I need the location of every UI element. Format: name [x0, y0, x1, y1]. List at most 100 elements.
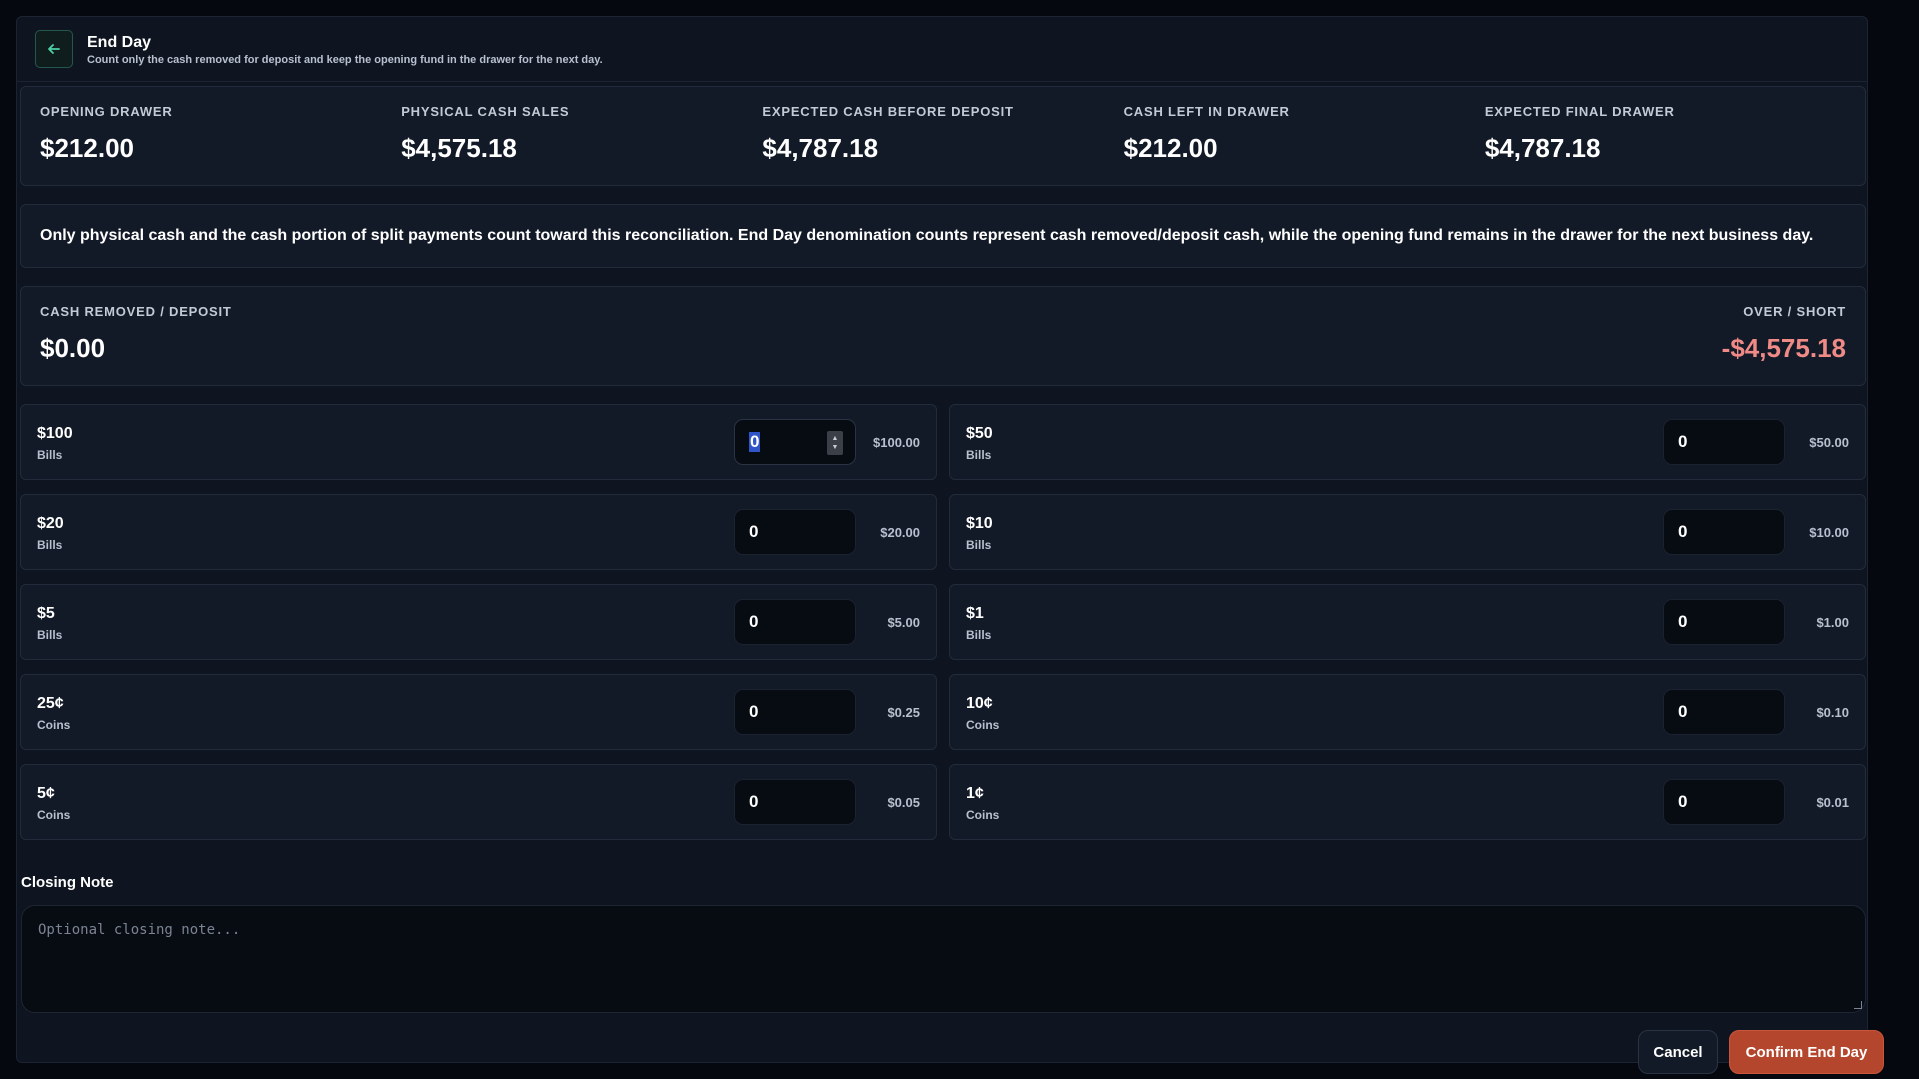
spinner-icon[interactable]: ▲ ▼: [827, 431, 843, 455]
closing-note-label: Closing Note: [21, 874, 114, 891]
denom-total: $0.05: [887, 794, 920, 810]
count-input-1c[interactable]: 0: [1663, 779, 1785, 825]
denom-name: $50: [966, 425, 993, 442]
count-value: 0: [749, 792, 759, 811]
cash-removed-value: $0.00: [40, 333, 106, 363]
count-value: 0: [749, 702, 759, 721]
cancel-button[interactable]: Cancel: [1638, 1030, 1718, 1074]
count-input-25c[interactable]: 0: [734, 689, 856, 735]
denom-kind: Bills: [966, 628, 992, 642]
denom-controls: 0 $10.00: [1663, 509, 1849, 555]
reconciliation-notice: Only physical cash and the cash portion …: [20, 204, 1866, 268]
denom-kind: Bills: [966, 538, 992, 552]
denom-total: $5.00: [887, 614, 920, 630]
deposit-panel: CASH REMOVED / DEPOSIT $0.00 OVER / SHOR…: [20, 286, 1866, 386]
page-subtitle: Count only the cash removed for deposit …: [87, 53, 603, 66]
stat-value: $4,787.18: [762, 133, 879, 163]
denom-row-50: $50 Bills 0 $50.00: [949, 404, 1866, 480]
stat-value: $212.00: [40, 133, 134, 163]
count-value: 0: [1678, 792, 1688, 811]
count-value: 0: [1678, 432, 1688, 451]
denom-controls: 0 $0.01: [1663, 779, 1849, 825]
denom-kind: Bills: [37, 538, 63, 552]
stat-expected-final-drawer: EXPECTED FINAL DRAWER $4,787.18: [1485, 87, 1846, 185]
denom-total: $0.01: [1816, 794, 1849, 810]
count-value: 0: [1678, 522, 1688, 541]
denom-kind: Coins: [37, 808, 71, 822]
stat-label: EXPECTED CASH BEFORE DEPOSIT: [762, 104, 1014, 119]
count-value: 0: [749, 522, 759, 541]
stat-physical-cash-sales: PHYSICAL CASH SALES $4,575.18: [401, 87, 762, 185]
over-short-label: OVER / SHORT: [1743, 304, 1846, 319]
denom-total: $0.10: [1816, 704, 1849, 720]
cash-removed-block: CASH REMOVED / DEPOSIT $0.00: [40, 304, 232, 364]
count-input-1[interactable]: 0: [1663, 599, 1785, 645]
denom-row-1c: 1¢ Coins 0 $0.01: [949, 764, 1866, 840]
denom-kind: Coins: [37, 718, 71, 732]
count-input-20[interactable]: 0: [734, 509, 856, 555]
denom-row-25c: 25¢ Coins 0 $0.25: [20, 674, 937, 750]
denom-name: $1: [966, 605, 984, 622]
denom-total: $50.00: [1809, 434, 1849, 450]
denom-total: $10.00: [1809, 524, 1849, 540]
denom-name: $100: [37, 425, 73, 442]
denom-controls: 0 $5.00: [734, 599, 920, 645]
denom-controls: 0 $50.00: [1663, 419, 1849, 465]
denom-total: $100.00: [873, 434, 920, 450]
denom-total: $20.00: [880, 524, 920, 540]
denom-kind: Coins: [966, 718, 1000, 732]
count-input-50[interactable]: 0: [1663, 419, 1785, 465]
denom-name: 5¢: [37, 785, 55, 802]
denom-name: 10¢: [966, 695, 993, 712]
count-value: 0: [749, 612, 759, 631]
denom-total: $0.25: [887, 704, 920, 720]
modal-header: End Day Count only the cash removed for …: [17, 17, 1867, 82]
stat-expected-before-deposit: EXPECTED CASH BEFORE DEPOSIT $4,787.18: [762, 87, 1123, 185]
stat-label: CASH LEFT IN DRAWER: [1123, 104, 1290, 119]
summary-panel: OPENING DRAWER $212.00 PHYSICAL CASH SAL…: [20, 86, 1866, 186]
denom-name: $10: [966, 515, 993, 532]
denom-controls: 0 $0.05: [734, 779, 920, 825]
denom-controls: 0 $20.00: [734, 509, 920, 555]
denom-name: 1¢: [966, 785, 984, 802]
denom-name: 25¢: [37, 695, 64, 712]
stat-cash-left-in-drawer: CASH LEFT IN DRAWER $212.00: [1124, 87, 1485, 185]
denom-total: $1.00: [1816, 614, 1849, 630]
stat-value: $4,787.18: [1484, 133, 1601, 163]
denom-controls: 0 $0.25: [734, 689, 920, 735]
denom-name: $5: [37, 605, 55, 622]
count-input-10[interactable]: 0: [1663, 509, 1785, 555]
count-input-5c[interactable]: 0: [734, 779, 856, 825]
denom-controls: 0 $0.10: [1663, 689, 1849, 735]
count-input-100[interactable]: 0 ▲ ▼: [734, 419, 856, 465]
closing-note-textarea[interactable]: Optional closing note...: [21, 905, 1866, 1013]
count-value: 0: [1678, 702, 1688, 721]
confirm-end-day-button[interactable]: Confirm End Day: [1729, 1030, 1884, 1074]
denomination-grid: $100 Bills 0 ▲ ▼ $100.00 $50 Bills 0 $50.…: [20, 404, 1866, 840]
stat-value: $212.00: [1123, 133, 1218, 163]
count-input-10c[interactable]: 0: [1663, 689, 1785, 735]
denom-controls: 0 ▲ ▼ $100.00: [734, 419, 920, 465]
stat-opening-drawer: OPENING DRAWER $212.00: [40, 87, 401, 185]
back-button[interactable]: [35, 30, 73, 68]
denom-row-10: $10 Bills 0 $10.00: [949, 494, 1866, 570]
stat-value: $4,575.18: [401, 133, 517, 163]
stat-label: PHYSICAL CASH SALES: [401, 104, 570, 119]
denom-row-5: $5 Bills 0 $5.00: [20, 584, 937, 660]
denom-row-10c: 10¢ Coins 0 $0.10: [949, 674, 1866, 750]
stat-label: EXPECTED FINAL DRAWER: [1484, 104, 1675, 119]
denom-kind: Bills: [966, 448, 992, 462]
count-input-5[interactable]: 0: [734, 599, 856, 645]
count-value: 0: [1678, 612, 1688, 631]
cash-removed-label: CASH REMOVED / DEPOSIT: [40, 304, 232, 319]
resize-handle-icon[interactable]: [1854, 1001, 1862, 1009]
count-value: 0: [749, 432, 761, 452]
denom-controls: 0 $1.00: [1663, 599, 1849, 645]
denom-kind: Bills: [37, 628, 63, 642]
denom-kind: Bills: [37, 448, 63, 462]
denom-kind: Coins: [966, 808, 1000, 822]
denom-row-20: $20 Bills 0 $20.00: [20, 494, 937, 570]
arrow-left-icon: [48, 44, 60, 54]
over-short-value: -$4,575.18: [1721, 333, 1846, 363]
denom-row-1: $1 Bills 0 $1.00: [949, 584, 1866, 660]
